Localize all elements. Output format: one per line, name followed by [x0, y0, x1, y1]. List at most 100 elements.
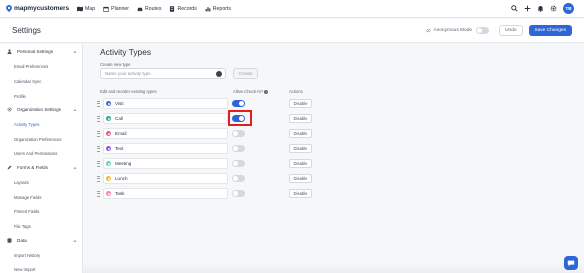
calendar-icon — [103, 6, 109, 12]
sidebar-section-data[interactable]: Data — [7, 238, 77, 243]
disable-button[interactable]: Disable — [289, 114, 312, 123]
save-changes-button[interactable]: Save Changes — [528, 25, 572, 36]
user-avatar[interactable]: TB — [563, 3, 574, 14]
allow-checkin-toggle[interactable] — [232, 100, 245, 107]
create-type-label: Create new type — [100, 62, 131, 67]
disable-button[interactable]: Disable — [289, 189, 312, 198]
bell-icon[interactable] — [537, 5, 544, 12]
allow-checkin-toggle[interactable] — [232, 175, 245, 182]
color-picker-icon[interactable] — [216, 71, 222, 77]
activity-color-icon[interactable] — [106, 146, 111, 151]
activity-type-name: Task — [115, 191, 125, 196]
database-icon — [7, 238, 12, 243]
gear-icon[interactable] — [550, 5, 557, 12]
sidebar-item-users-permissions[interactable]: Users And Permissions — [14, 151, 57, 156]
activity-type-name-field[interactable]: Task — [103, 188, 228, 199]
sidebar-section-personal[interactable]: Personal Settings — [7, 49, 77, 54]
anonymous-mode-toggle[interactable] — [476, 27, 490, 34]
activity-type-name-field[interactable]: Call — [103, 113, 228, 124]
allow-checkin-toggle[interactable] — [232, 190, 245, 197]
chevron-up-icon — [73, 166, 77, 169]
bottom-edge — [83, 262, 584, 273]
sidebar-item-organization-preferences[interactable]: Organization Preferences — [14, 137, 61, 142]
activity-color-icon[interactable] — [106, 191, 111, 196]
activity-type-name-field[interactable]: Text — [103, 143, 228, 154]
section-title: Activity Types — [100, 47, 152, 57]
info-icon[interactable]: i — [264, 89, 269, 94]
nav-reports[interactable]: Reports — [205, 6, 231, 12]
page-header: Settings Anonymous Mode Undo Save Change… — [0, 19, 584, 43]
disable-button[interactable]: Disable — [289, 159, 312, 168]
drag-handle-icon[interactable] — [97, 115, 100, 122]
chat-icon — [567, 260, 575, 267]
brand-logo[interactable]: mapmycustomers — [6, 5, 69, 12]
activity-type-name-field[interactable]: Email — [103, 128, 228, 139]
input-placeholder: Name your activity type — [105, 71, 151, 76]
nav-planner[interactable]: Planner — [103, 6, 129, 12]
activity-type-row: Visit — [97, 98, 228, 109]
nav-records[interactable]: Records — [169, 5, 197, 12]
drag-handle-icon[interactable] — [97, 100, 100, 107]
sidebar-item-layouts[interactable]: Layouts — [14, 180, 29, 185]
activity-type-name: Meeting — [115, 161, 132, 166]
chat-support-button[interactable] — [564, 256, 578, 270]
page-title: Settings — [12, 26, 41, 35]
disable-button[interactable]: Disable — [289, 144, 312, 153]
activity-color-icon[interactable] — [106, 176, 111, 181]
sidebar-section-label: Data — [17, 238, 27, 243]
allow-checkin-toggle[interactable] — [232, 145, 245, 152]
eye-off-icon — [426, 28, 432, 33]
activity-color-icon[interactable] — [106, 116, 111, 121]
sidebar-item-calendar-sync[interactable]: Calendar Sync — [14, 79, 41, 84]
activity-color-icon[interactable] — [106, 131, 111, 136]
sidebar-item-manage-fields[interactable]: Manage Fields — [14, 195, 41, 200]
sidebar-item-email-preferences[interactable]: Email Preferences — [14, 64, 48, 69]
allow-checkin-toggle[interactable] — [232, 130, 245, 137]
drag-handle-icon[interactable] — [97, 130, 100, 137]
sidebar-item-pinned-fields[interactable]: Pinned Fields — [14, 209, 39, 214]
sidebar-item-new-import[interactable]: New Import — [14, 267, 35, 272]
activity-type-row: Call — [97, 113, 228, 124]
nav-map[interactable]: Map — [77, 6, 95, 12]
activity-type-name-field[interactable]: Meeting — [103, 158, 228, 169]
sidebar-section-label: Forms & Fields — [17, 165, 48, 170]
activity-color-icon[interactable] — [106, 101, 111, 106]
sidebar-section-forms-fields[interactable]: Forms & Fields — [7, 165, 77, 170]
undo-button[interactable]: Undo — [499, 25, 523, 36]
sidebar-item-file-tags[interactable]: File Tags — [14, 224, 31, 229]
disable-button[interactable]: Disable — [289, 99, 312, 108]
nav-routes[interactable]: Routes — [137, 6, 161, 12]
create-button[interactable]: Create — [233, 68, 258, 79]
top-navbar: mapmycustomers Map Planner Routes Record… — [0, 0, 584, 18]
drag-handle-icon[interactable] — [97, 190, 100, 197]
reports-icon — [205, 6, 211, 11]
car-icon — [137, 7, 143, 11]
add-icon[interactable] — [524, 5, 531, 12]
chevron-up-icon — [73, 108, 77, 111]
drag-handle-icon[interactable] — [97, 175, 100, 182]
drag-handle-icon[interactable] — [97, 145, 100, 152]
activity-type-row: Meeting — [97, 158, 228, 169]
brand-name: mapmycustomers — [14, 5, 70, 12]
chevron-up-icon — [73, 239, 77, 242]
activity-type-name: Email — [115, 131, 127, 136]
disable-button[interactable]: Disable — [289, 129, 312, 138]
sidebar-section-organization[interactable]: Organization Settings — [7, 107, 77, 112]
allow-checkin-toggle[interactable] — [232, 160, 245, 167]
anonymous-mode: Anonymous Mode — [426, 27, 490, 34]
activity-type-name-field[interactable]: Lunch — [103, 173, 228, 184]
activity-type-name-input[interactable]: Name your activity type — [100, 68, 226, 79]
drag-handle-icon[interactable] — [97, 160, 100, 167]
activity-color-icon[interactable] — [106, 161, 111, 166]
records-icon — [170, 5, 175, 12]
checkin-column-header: Allow Check-In? i — [233, 89, 269, 94]
activity-type-name-field[interactable]: Visit — [103, 98, 228, 109]
search-icon[interactable] — [511, 5, 518, 12]
map-icon — [77, 6, 84, 11]
sidebar-item-profile[interactable]: Profile — [14, 94, 26, 99]
activity-type-name: Lunch — [115, 176, 128, 181]
types-column-header: Edit and reorder existing types — [100, 89, 157, 94]
sidebar-item-activity-types[interactable]: Activity Types — [14, 122, 40, 127]
sidebar-item-import-history[interactable]: Import History — [14, 253, 40, 258]
disable-button[interactable]: Disable — [289, 174, 312, 183]
